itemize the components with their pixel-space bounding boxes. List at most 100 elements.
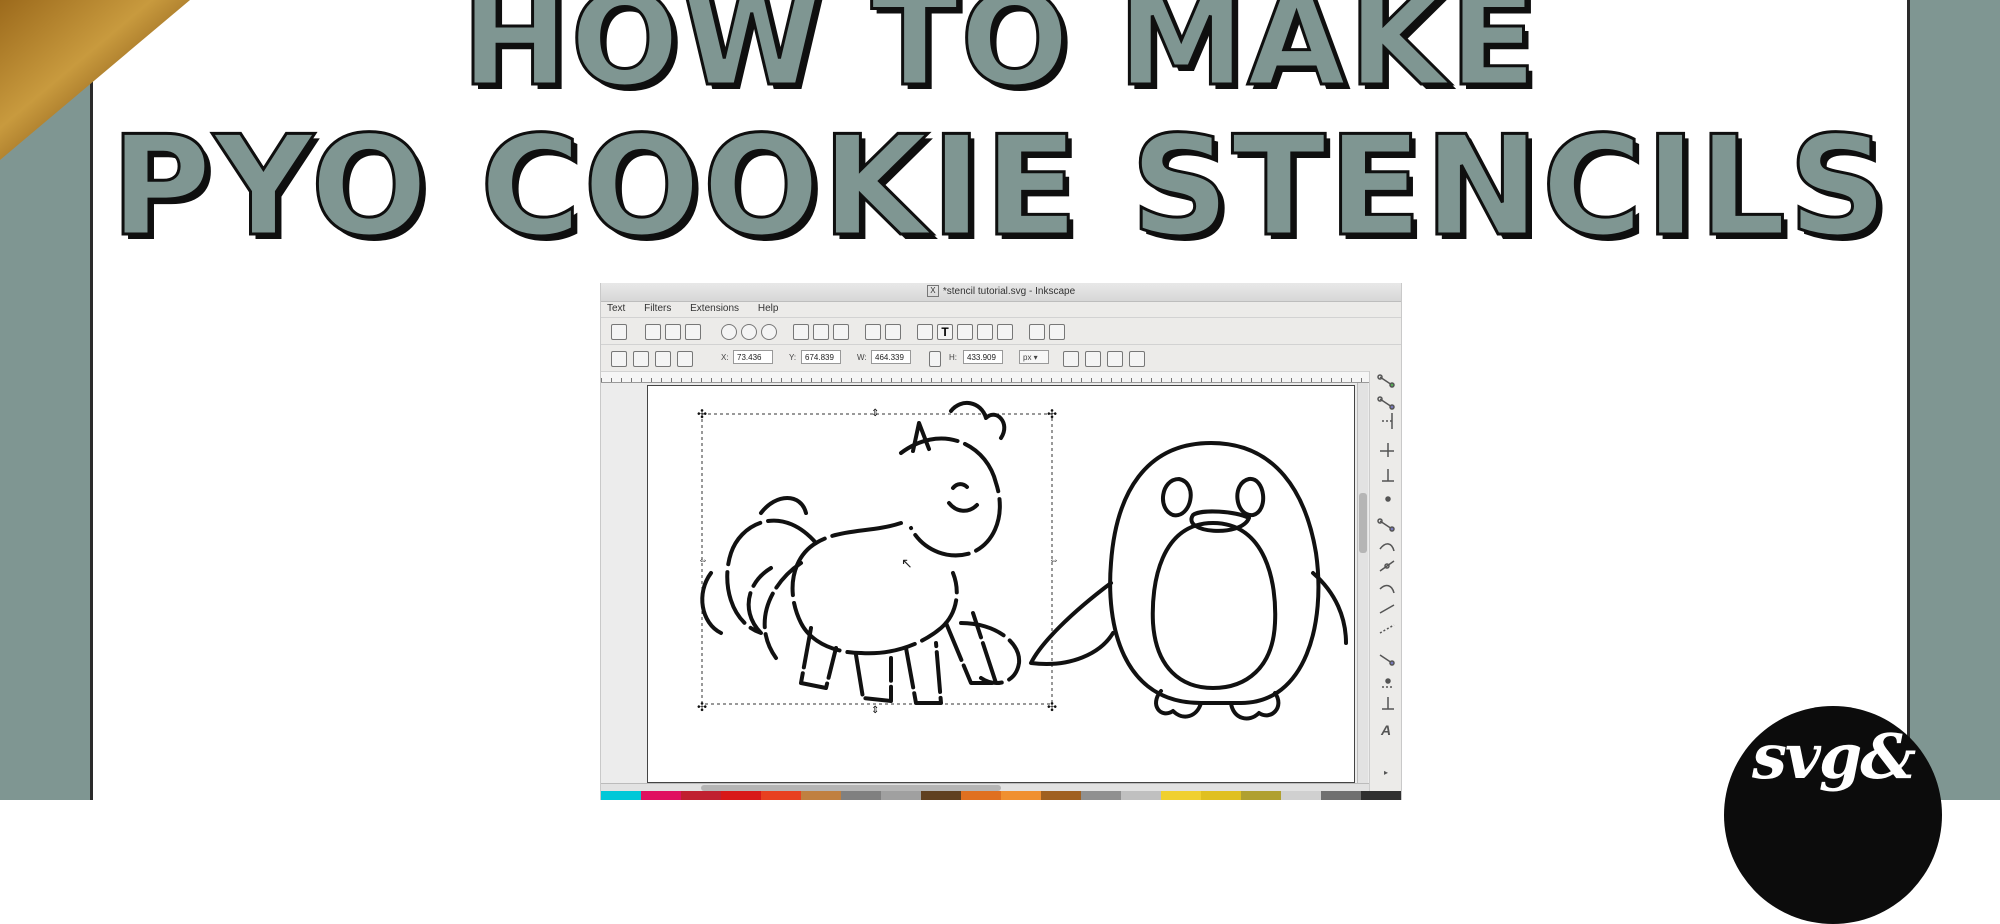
menu-text[interactable]: Text [607, 303, 625, 314]
clone-icon[interactable] [813, 324, 829, 340]
palette-swatch[interactable] [681, 791, 721, 800]
svg-text:✣: ✣ [697, 407, 707, 421]
canvas-artwork: ✣ ⇕ ✣ ⇔ ⇔ ✣ ⇕ ✣ ↖ [697, 401, 1348, 721]
palette-swatch[interactable] [761, 791, 801, 800]
fill-stroke-icon[interactable] [917, 324, 933, 340]
palette-swatch[interactable] [841, 791, 881, 800]
cut-icon[interactable] [665, 324, 681, 340]
menu-filters[interactable]: Filters [644, 303, 671, 314]
svg-text:✣: ✣ [1047, 407, 1057, 421]
app-x-icon: X [926, 285, 939, 298]
svg-text:⇕: ⇕ [871, 705, 879, 716]
palette-swatch[interactable] [721, 791, 761, 800]
palette-swatch[interactable] [641, 791, 681, 800]
logo-text: svg& [1752, 720, 1916, 793]
document-properties-icon[interactable] [1049, 324, 1065, 340]
x-label: X: [721, 353, 729, 362]
horizontal-ruler [601, 372, 1369, 383]
snap-icon-1 [1377, 374, 1395, 388]
snap-icon-5 [1382, 469, 1394, 482]
palette-swatch[interactable] [1201, 791, 1241, 800]
lower-to-bottom-icon[interactable] [611, 351, 627, 367]
palette-swatch[interactable] [801, 791, 841, 800]
copy-icon[interactable] [645, 324, 661, 340]
penguin-drawing [1029, 441, 1348, 721]
color-palette[interactable] [601, 791, 1401, 800]
menu-bar: Text Filters Extensions Help [601, 301, 1401, 318]
snap-icon-8 [1379, 543, 1395, 552]
palette-swatch[interactable] [1161, 791, 1201, 800]
scale-corners-icon[interactable] [1085, 351, 1101, 367]
snap-text-icon: A [1380, 722, 1391, 738]
palette-swatch[interactable] [601, 791, 641, 800]
drawing-canvas[interactable]: ✣ ⇕ ✣ ⇔ ⇔ ✣ ⇕ ✣ ↖ [601, 383, 1369, 783]
align-distribute-icon[interactable] [997, 324, 1013, 340]
commands-toolbar: T [601, 318, 1401, 345]
ungroup-icon[interactable] [885, 324, 901, 340]
w-field[interactable]: 464.339 [871, 350, 911, 364]
text-font-icon[interactable]: T [937, 324, 953, 340]
x-field[interactable]: 73.436 [733, 350, 773, 364]
snap-icon-12 [1379, 624, 1395, 634]
palette-swatch[interactable] [961, 791, 1001, 800]
move-gradients-icon[interactable] [1107, 351, 1123, 367]
redo-icon[interactable] [611, 324, 627, 340]
palette-swatch[interactable] [1241, 791, 1281, 800]
snap-icon-4 [1380, 443, 1394, 457]
y-field[interactable]: 674.839 [801, 350, 841, 364]
lower-icon[interactable] [633, 351, 649, 367]
headline-line-1: HOW TO MAKE [460, 0, 1539, 117]
snap-controls-bar: A ▸ [1369, 371, 1401, 800]
svg-text:✣: ✣ [697, 700, 707, 714]
palette-swatch[interactable] [881, 791, 921, 800]
window-title: *stencil tutorial.svg - Inkscape [942, 286, 1076, 297]
w-label: W: [857, 353, 867, 362]
vertical-scroll-thumb[interactable] [1359, 493, 1367, 553]
zoom-page-icon[interactable] [761, 324, 777, 340]
menu-help[interactable]: Help [758, 303, 779, 314]
preferences-icon[interactable] [1029, 324, 1045, 340]
tool-controls-bar: X: 73.436 Y: 674.839 W: 464.339 H: 433.9… [601, 345, 1401, 372]
raise-icon[interactable] [655, 351, 671, 367]
scale-stroke-icon[interactable] [1063, 351, 1079, 367]
snap-icon-13 [1379, 654, 1395, 666]
vertical-scrollbar[interactable] [1357, 383, 1368, 783]
palette-swatch[interactable] [1121, 791, 1161, 800]
unit-value: px [1023, 353, 1032, 362]
zoom-drawing-icon[interactable] [741, 324, 757, 340]
palette-swatch[interactable] [1081, 791, 1121, 800]
raise-to-top-icon[interactable] [677, 351, 693, 367]
layers-icon[interactable] [957, 324, 973, 340]
unit-select[interactable]: px ▾ [1019, 350, 1049, 364]
palette-swatch[interactable] [1001, 791, 1041, 800]
snap-icon-6 [1385, 496, 1391, 502]
paste-icon[interactable] [685, 324, 701, 340]
snap-icon-3 [1382, 413, 1393, 429]
snap-icon-11 [1379, 604, 1395, 614]
snap-icon-15 [1382, 697, 1394, 710]
move-patterns-icon[interactable] [1129, 351, 1145, 367]
xml-editor-icon[interactable] [977, 324, 993, 340]
h-label: H: [949, 353, 957, 362]
mouse-cursor: ↖ [901, 555, 913, 571]
zoom-selection-icon[interactable] [721, 324, 737, 340]
duplicate-icon[interactable] [793, 324, 809, 340]
palette-swatch[interactable] [1361, 791, 1401, 800]
group-icon[interactable] [865, 324, 881, 340]
headline-line-2: PYO COOKIE STENCILS [109, 105, 1890, 269]
snap-icon-2 [1377, 396, 1395, 410]
unlink-clone-icon[interactable] [833, 324, 849, 340]
palette-swatch[interactable] [1321, 791, 1361, 800]
menu-extensions[interactable]: Extensions [690, 303, 739, 314]
palette-swatch[interactable] [1041, 791, 1081, 800]
window-titlebar: X *stencil tutorial.svg - Inkscape [601, 283, 1401, 302]
y-label: Y: [789, 353, 797, 362]
toolbar-overflow-icon: ▸ [1384, 768, 1388, 777]
logo-badge: svg& [1724, 706, 1942, 924]
svg-text:✣: ✣ [1047, 700, 1057, 714]
snap-icon-14 [1382, 678, 1394, 688]
h-field[interactable]: 433.909 [963, 350, 1003, 364]
palette-swatch[interactable] [921, 791, 961, 800]
lock-icon[interactable] [929, 351, 941, 367]
palette-swatch[interactable] [1281, 791, 1321, 800]
